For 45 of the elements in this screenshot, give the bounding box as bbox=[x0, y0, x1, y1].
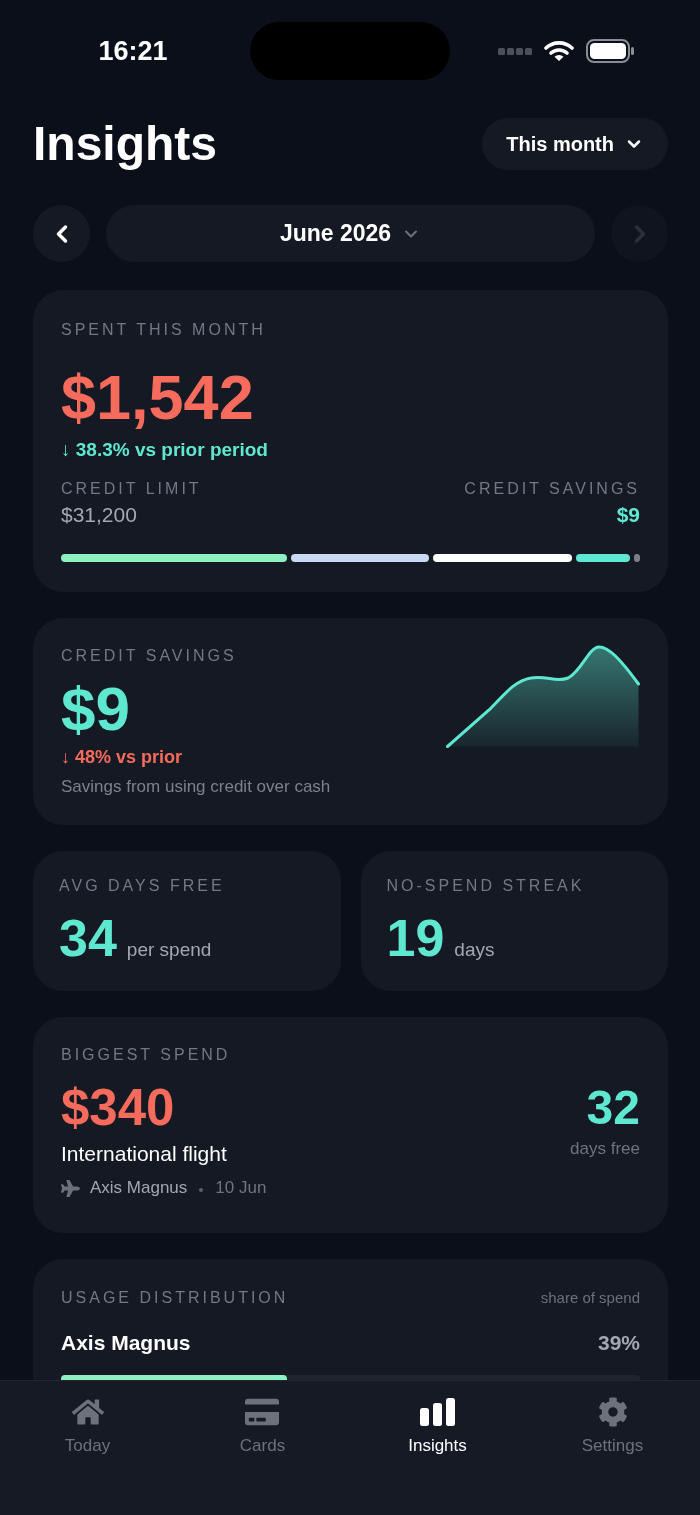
section-label: CREDIT SAVINGS bbox=[464, 479, 640, 499]
spend-amount: $340 bbox=[61, 1080, 175, 1136]
days-free-label: days free bbox=[570, 1138, 640, 1160]
share-bar-segment bbox=[575, 554, 630, 562]
usage-share: 39% bbox=[597, 1330, 640, 1356]
card-name: Axis Magnus bbox=[61, 1330, 191, 1356]
section-label: CREDIT SAVINGS bbox=[61, 646, 237, 666]
change-text: ↓ 38.3% vs prior period bbox=[61, 438, 268, 462]
signal-icon bbox=[498, 47, 532, 55]
stat-value: 19 bbox=[386, 910, 445, 966]
settings-icon bbox=[597, 1397, 628, 1427]
section-label: CREDIT LIMIT bbox=[61, 479, 202, 499]
page-title: Insights bbox=[33, 116, 217, 172]
tab-bar-item[interactable]: Cards bbox=[239, 1395, 286, 1456]
section-label: BIGGEST SPEND bbox=[61, 1045, 231, 1065]
stat-unit: per spend bbox=[126, 938, 212, 962]
tab-bar-item[interactable]: Settings bbox=[581, 1395, 644, 1456]
month-selector[interactable]: June 2026 bbox=[106, 205, 595, 262]
status-time: 16:21 bbox=[98, 35, 168, 67]
bar-chart-icon bbox=[419, 1398, 456, 1426]
section-label: USAGE DISTRIBUTION bbox=[61, 1288, 289, 1308]
period-dropdown[interactable]: This month bbox=[482, 118, 668, 170]
wifi-icon bbox=[544, 40, 574, 62]
section-label: AVG DAYS FREE bbox=[59, 876, 225, 896]
spend-title: International flight bbox=[61, 1142, 227, 1166]
card-name: Axis Magnus bbox=[90, 1177, 188, 1199]
section-label: SPENT THIS MONTH bbox=[61, 320, 266, 340]
savings-amount: $9 bbox=[61, 676, 130, 742]
airplane-icon bbox=[61, 1178, 80, 1198]
usage-hint: share of spend bbox=[540, 1288, 640, 1308]
savings-note: Savings from using credit over cash bbox=[61, 776, 331, 798]
share-bar-segment bbox=[633, 554, 640, 562]
stat-value: 34 bbox=[59, 910, 117, 966]
dot-icon bbox=[199, 1188, 204, 1192]
tab-bar-item[interactable]: Today bbox=[64, 1395, 111, 1456]
tab-bar-item[interactable]: Insights bbox=[408, 1395, 467, 1456]
section-label: NO-SPEND STREAK bbox=[386, 876, 585, 896]
credit-savings-value: $9 bbox=[616, 503, 640, 527]
change-text: ↓ 48% vs prior bbox=[61, 746, 183, 769]
spent-amount: $1,542 bbox=[61, 362, 254, 432]
battery-icon bbox=[586, 39, 634, 63]
days-free-value: 32 bbox=[586, 1080, 640, 1136]
credit-limit-value: $31,200 bbox=[61, 503, 137, 527]
stat-unit: days bbox=[454, 938, 495, 962]
spend-date: 10 Jun bbox=[215, 1177, 267, 1199]
